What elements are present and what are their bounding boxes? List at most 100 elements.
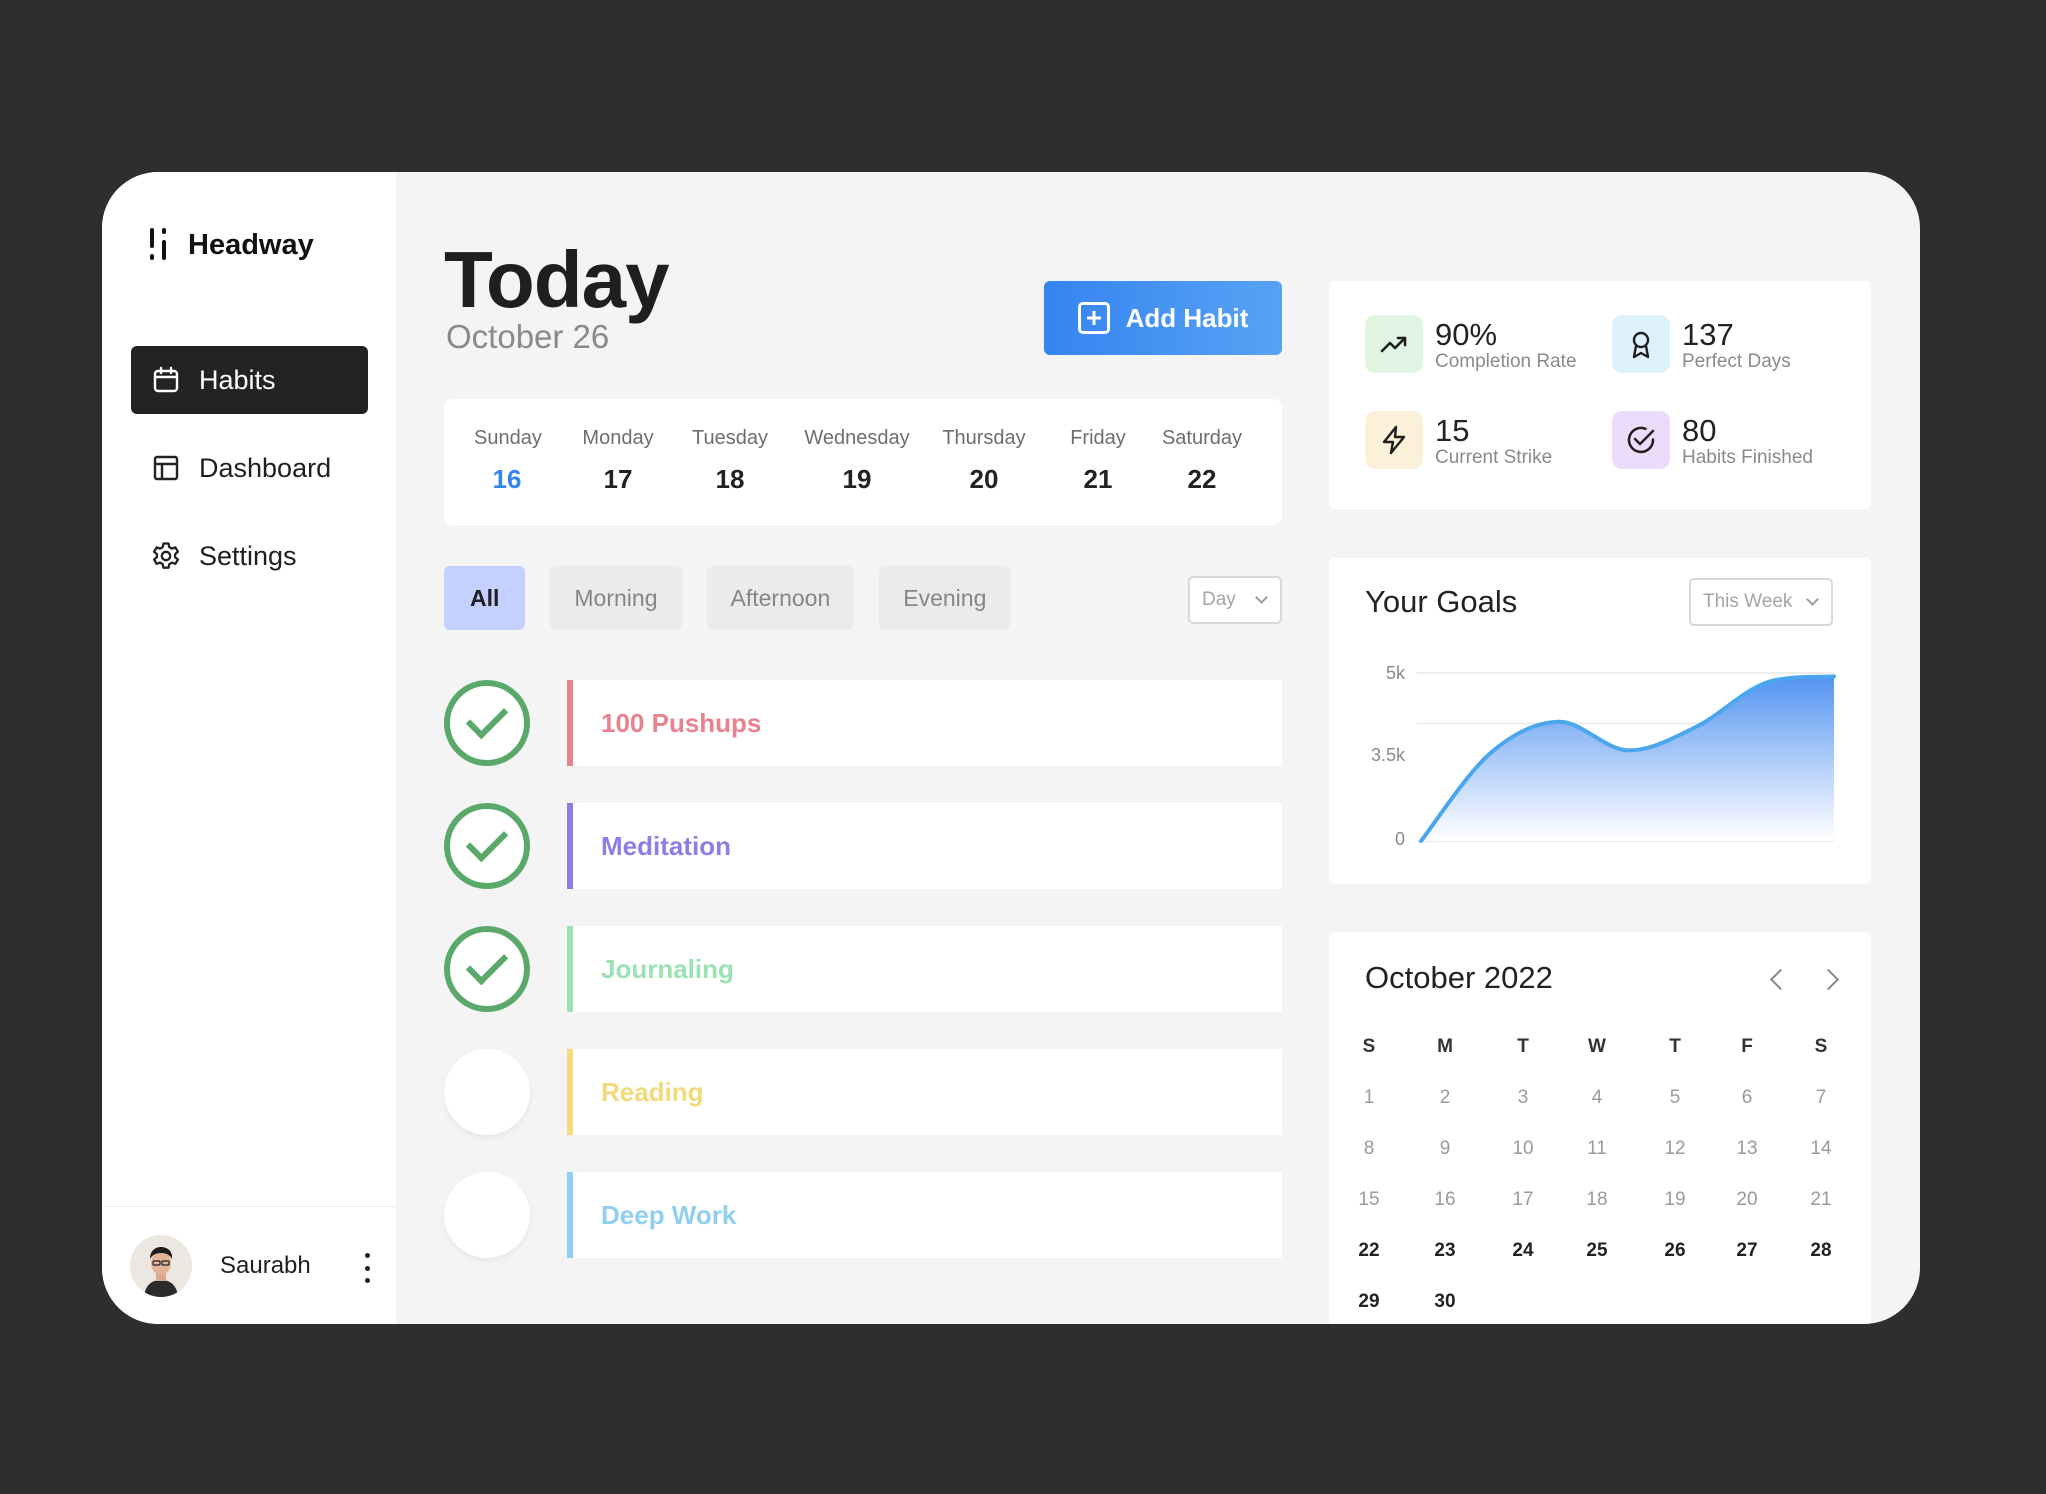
tab-afternoon[interactable]: Afternoon [706,566,855,630]
y-tick-label: 5k [1386,663,1406,683]
day-saturday[interactable]: Saturday 22 [1160,427,1244,495]
calendar-day[interactable]: 15 [1349,1189,1389,1211]
day-number: 21 [1083,464,1113,494]
day-wednesday[interactable]: Wednesday 19 [804,427,910,495]
day-friday[interactable]: Friday 21 [1068,427,1128,495]
calendar-day[interactable]: 27 [1727,1240,1767,1262]
calendar-weekday: T [1517,1036,1529,1057]
habit-card[interactable]: 100 Pushups [567,680,1282,766]
calendar-day[interactable]: 2 [1425,1087,1465,1109]
calendar-day[interactable]: 18 [1577,1189,1617,1211]
sidebar-item-dashboard[interactable]: Dashboard [131,434,368,502]
day-number: 22 [1187,464,1217,494]
day-thursday[interactable]: Thursday 20 [942,427,1026,495]
calendar-day[interactable]: 10 [1503,1138,1543,1160]
sidebar-item-habits[interactable]: Habits [131,346,368,414]
check-circle-icon [1612,411,1670,469]
stat-value: 90% [1435,317,1498,352]
calendar-day[interactable]: 20 [1727,1189,1767,1211]
calendar-day[interactable]: 19 [1655,1189,1695,1211]
calendar-day[interactable]: 5 [1655,1087,1695,1109]
y-tick-label: 0 [1395,829,1405,849]
day-name: Sunday [474,427,542,449]
add-habit-button[interactable]: Add Habit [1044,281,1282,355]
avatar[interactable] [130,1234,192,1297]
habit-row: 100 Pushups [444,680,1282,766]
calendar-day[interactable]: 16 [1425,1189,1465,1211]
calendar-day[interactable]: 9 [1425,1138,1465,1160]
calendar-day[interactable]: 14 [1801,1138,1841,1160]
chevron-down-icon [1255,591,1268,604]
add-habit-label: Add Habit [1125,302,1249,333]
sidebar-item-settings[interactable]: Settings [131,522,368,590]
page-title: Today [444,235,670,324]
calendar-day[interactable]: 23 [1425,1240,1465,1262]
tab-all[interactable]: All [444,566,526,630]
chevron-right-icon[interactable] [1819,966,1845,992]
calendar-weekday: M [1437,1036,1453,1057]
day-number: 18 [715,464,745,494]
calendar-day[interactable]: 17 [1503,1189,1543,1211]
main-content: Today October 26 Add Habit Sunday 16 Mon… [396,172,1920,1324]
day-monday[interactable]: Monday 17 [582,427,654,495]
stat-habits-finished: 80 Habits Finished [1612,411,1813,469]
calendar-weekday: T [1669,1036,1681,1057]
calendar-title: October 2022 [1365,960,1553,995]
stat-label: Perfect Days [1682,351,1791,372]
calendar-day[interactable]: 25 [1577,1240,1617,1262]
calendar-day[interactable]: 28 [1801,1240,1841,1262]
habit-card[interactable]: Meditation [567,803,1282,889]
range-select-value: Day [1202,589,1236,610]
tab-evening[interactable]: Evening [879,566,1011,630]
y-tick-label: 3.5k [1371,745,1406,765]
calendar-day[interactable]: 11 [1577,1138,1617,1160]
calendar-day[interactable]: 24 [1503,1240,1543,1262]
calendar-icon [151,365,181,395]
sidebar: Headway Habits Dashboard Settings Saurab… [102,172,396,1324]
sidebar-nav: Habits Dashboard Settings [131,346,368,610]
calendar-day[interactable]: 8 [1349,1138,1389,1160]
calendar-day[interactable]: 4 [1577,1087,1617,1109]
habit-card[interactable]: Journaling [567,926,1282,1012]
calendar-day[interactable]: 1 [1349,1087,1389,1109]
user-name: Saurabh [220,1251,311,1279]
brand[interactable]: Headway [148,228,314,262]
calendar-day[interactable]: 30 [1425,1291,1465,1313]
day-name: Thursday [942,427,1026,449]
calendar-day[interactable]: 22 [1349,1240,1389,1262]
plus-square-icon [1077,302,1110,334]
calendar-day[interactable]: 12 [1655,1138,1695,1160]
habit-row: Journaling [444,926,1282,1012]
chevron-left-icon[interactable] [1765,966,1791,992]
habit-checkbox[interactable] [444,803,530,889]
stat-value: 137 [1682,317,1734,352]
calendar-day[interactable]: 21 [1801,1189,1841,1211]
habit-checkbox[interactable] [444,1049,530,1135]
stat-label: Completion Rate [1435,351,1577,372]
tab-morning[interactable]: Morning [550,566,682,630]
calendar-weekday: F [1741,1036,1753,1057]
calendar-day[interactable]: 7 [1801,1087,1841,1109]
user-profile: Saurabh [102,1206,396,1324]
habit-checkbox[interactable] [444,926,530,1012]
calendar-day[interactable]: 13 [1727,1138,1767,1160]
stat-current-strike: 15 Current Strike [1365,411,1552,469]
goals-area-chart: 5k 3.5k 0 [1371,663,1836,849]
sidebar-item-label: Dashboard [199,452,332,483]
calendar-day[interactable]: 6 [1727,1087,1767,1109]
more-options-icon[interactable] [362,1253,372,1283]
app-window: Headway Habits Dashboard Settings Saurab… [102,172,1920,1324]
trending-up-icon [1365,315,1423,373]
calendar-day[interactable]: 29 [1349,1291,1389,1313]
brand-name: Headway [188,228,314,261]
day-tuesday[interactable]: Tuesday 18 [692,427,768,495]
habit-checkbox[interactable] [444,680,530,766]
habit-card[interactable]: Deep Work [567,1172,1282,1258]
calendar-day[interactable]: 3 [1503,1087,1543,1109]
range-select[interactable]: Day [1188,576,1282,624]
habit-checkbox[interactable] [444,1172,530,1258]
sidebar-item-label: Settings [199,540,297,571]
habit-card[interactable]: Reading [567,1049,1282,1135]
day-sunday[interactable]: Sunday 16 [474,427,542,495]
calendar-day[interactable]: 26 [1655,1240,1695,1262]
